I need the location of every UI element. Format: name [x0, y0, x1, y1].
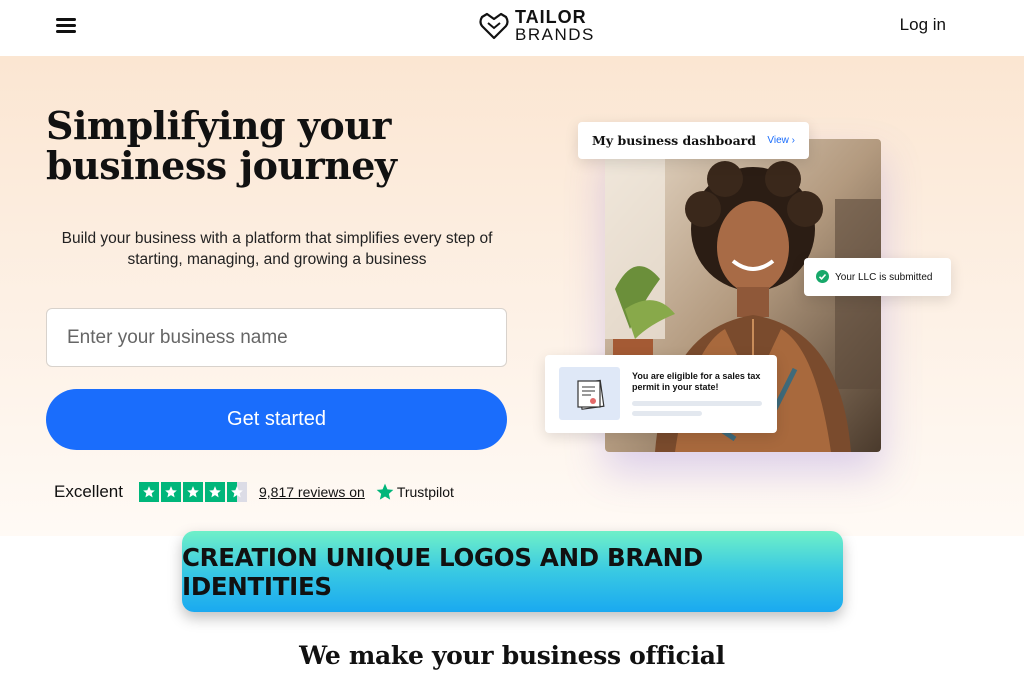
certificate-icon: [559, 367, 620, 420]
tailor-brands-logo[interactable]: TAILOR BRANDS: [479, 8, 595, 44]
trustpilot-logo[interactable]: Trustpilot: [375, 482, 454, 502]
get-started-button[interactable]: Get started: [46, 389, 507, 450]
promo-banner-text: CREATION UNIQUE LOGOS AND BRAND IDENTITI…: [182, 542, 703, 601]
star-icon: [204, 482, 225, 502]
dashboard-card[interactable]: My business dashboard View ›: [578, 122, 809, 159]
half-star-icon: [226, 482, 247, 502]
hero-subheadline: Build your business with a platform that…: [61, 230, 493, 268]
hero-section: Simplifying your business journey Build …: [0, 56, 1024, 536]
section-title: We make your business official: [299, 641, 725, 670]
site-header: TAILOR BRANDS Log in: [0, 0, 1024, 56]
star-icon: [182, 482, 203, 502]
logo-heart-icon: [479, 12, 509, 40]
trustpilot-label: Trustpilot: [396, 484, 454, 500]
trustpilot-star-icon: [376, 483, 394, 500]
trustpilot-rating: Excellent 9,817 reviews on Trustpilot: [54, 481, 454, 503]
placeholder-bar: [632, 401, 762, 406]
rating-stars: [138, 482, 247, 502]
rating-label: Excellent: [54, 482, 123, 501]
llc-status-card: Your LLC is submitted: [804, 258, 951, 296]
logo-text-line1: TAILOR: [515, 7, 587, 27]
hamburger-menu-icon[interactable]: [56, 18, 76, 34]
reviews-link[interactable]: 9,817 reviews on: [259, 484, 365, 500]
logo-text-line2: BRANDS: [515, 25, 595, 44]
star-icon: [160, 482, 181, 502]
hero-headline: Simplifying your business journey: [46, 103, 397, 188]
tax-permit-card: You are eligible for a sales tax permit …: [545, 355, 777, 433]
login-link[interactable]: Log in: [900, 15, 946, 35]
dashboard-title: My business dashboard: [592, 133, 757, 148]
business-name-input[interactable]: [46, 308, 507, 367]
dashboard-view-link[interactable]: View ›: [767, 135, 795, 146]
promo-banner: CREATION UNIQUE LOGOS AND BRAND IDENTITI…: [182, 531, 843, 612]
llc-status-text: Your LLC is submitted: [835, 272, 933, 283]
placeholder-bar: [632, 411, 702, 416]
check-circle-icon: [816, 270, 829, 283]
tax-permit-text: You are eligible for a sales tax permit …: [632, 371, 761, 392]
star-icon: [138, 482, 159, 502]
